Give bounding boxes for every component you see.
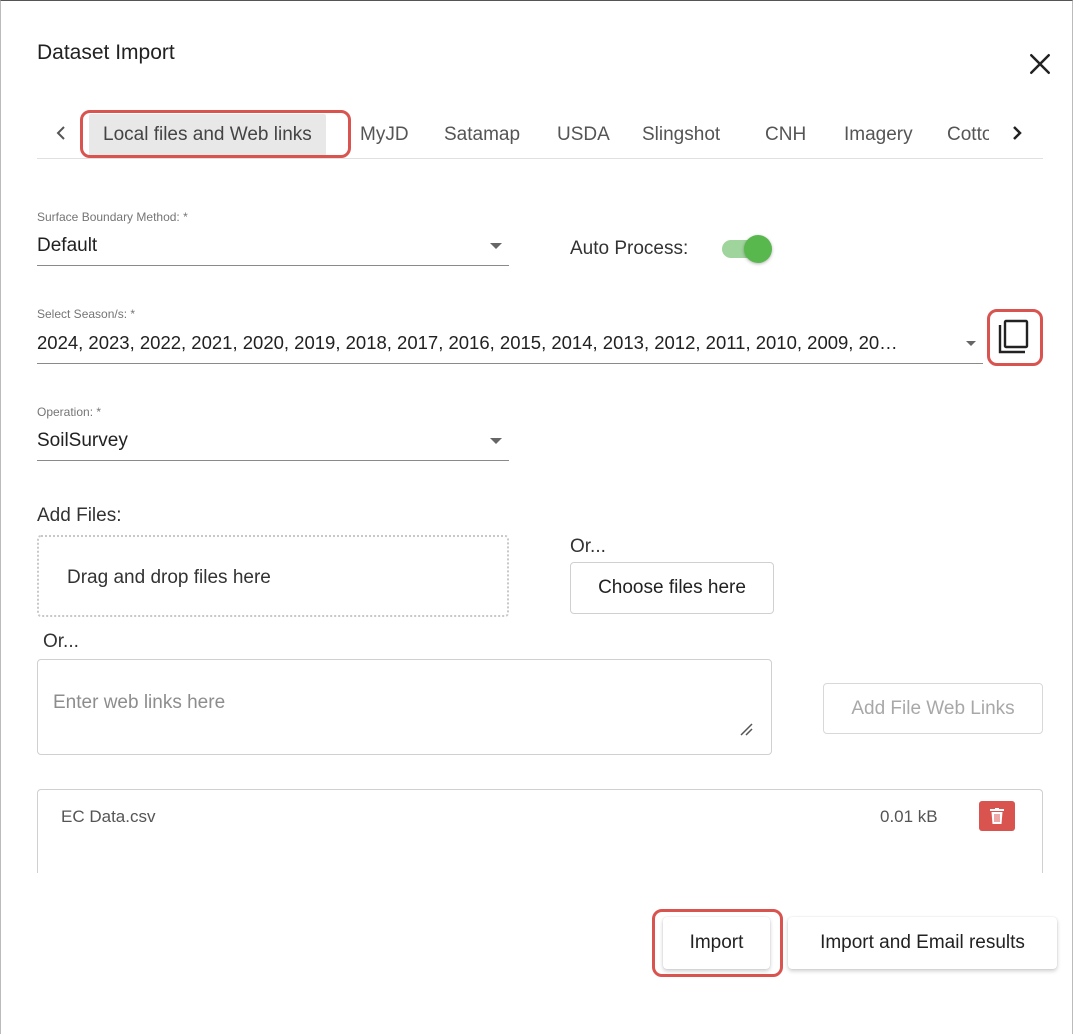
surface-boundary-underline: [37, 265, 509, 266]
choose-files-button[interactable]: Choose files here: [570, 562, 774, 614]
import-button[interactable]: Import: [663, 917, 770, 969]
tab-local-files-and-web-links[interactable]: Local files and Web links: [89, 114, 326, 156]
resize-grip-icon[interactable]: [739, 722, 753, 736]
import-and-email-button[interactable]: Import and Email results: [788, 917, 1057, 969]
tab-satamap[interactable]: Satamap: [444, 114, 520, 156]
season-select[interactable]: 2024, 2023, 2022, 2021, 2020, 2019, 2018…: [37, 332, 898, 354]
auto-process-toggle-thumb[interactable]: [744, 235, 772, 263]
chevron-down-icon: [966, 341, 976, 346]
file-name: EC Data.csv: [61, 807, 156, 826]
chevron-down-icon: [490, 243, 502, 249]
surface-boundary-select[interactable]: Default: [37, 235, 97, 257]
operation-label: Operation: *: [37, 405, 102, 419]
web-links-input[interactable]: Enter web links here: [37, 659, 772, 755]
file-list: [37, 789, 1043, 873]
chevron-right-icon[interactable]: [1005, 121, 1029, 145]
tab-cotto[interactable]: Cotto: [947, 114, 989, 156]
or-text-2: Or...: [43, 631, 79, 652]
copy-icon[interactable]: [997, 319, 1031, 355]
season-label: Select Season/s: *: [37, 307, 136, 321]
file-size: 0.01 kB: [880, 807, 938, 826]
close-icon[interactable]: [1025, 49, 1055, 79]
chevron-left-icon[interactable]: [49, 121, 73, 145]
add-file-web-links-button[interactable]: Add File Web Links: [823, 683, 1043, 734]
dataset-import-dialog: Dataset Import Local files and Web links…: [0, 0, 1073, 1034]
trash-icon[interactable]: [979, 801, 1015, 831]
or-text: Or...: [570, 536, 606, 557]
operation-select[interactable]: SoilSurvey: [37, 430, 128, 452]
dropzone-text: Drag and drop files here: [67, 567, 271, 588]
tab-slingshot[interactable]: Slingshot: [642, 114, 720, 156]
tab-myjd[interactable]: MyJD: [360, 114, 409, 156]
surface-boundary-label: Surface Boundary Method: *: [37, 210, 188, 224]
chevron-down-icon: [490, 438, 502, 444]
tab-usda[interactable]: USDA: [557, 114, 610, 156]
auto-process-label: Auto Process:: [570, 238, 689, 259]
file-dropzone[interactable]: Drag and drop files here: [37, 535, 509, 617]
web-links-placeholder: Enter web links here: [53, 692, 226, 713]
tab-strip: Local files and Web links MyJD Satamap U…: [89, 109, 989, 159]
dialog-title: Dataset Import: [37, 41, 175, 64]
import-source-tabs: Local files and Web links MyJD Satamap U…: [37, 109, 1043, 159]
tab-imagery[interactable]: Imagery: [844, 114, 913, 156]
tab-cnh[interactable]: CNH: [765, 114, 806, 156]
add-files-label: Add Files:: [37, 505, 122, 526]
operation-underline: [37, 460, 509, 461]
season-underline: [37, 363, 983, 364]
